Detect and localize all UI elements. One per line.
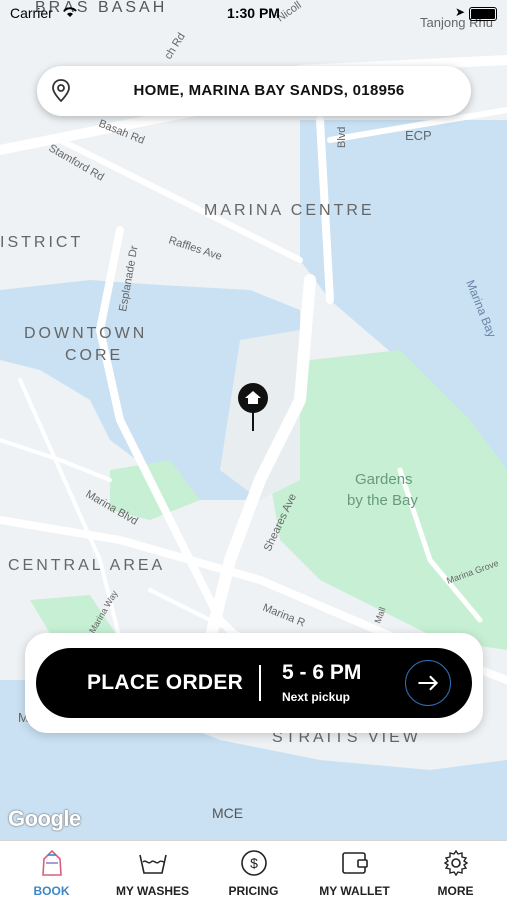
address-bar[interactable]: HOME, MARINA BAY SANDS, 018956 [37, 66, 471, 116]
map-label-gardens: Gardens [355, 471, 413, 488]
pickup-slot: 5 - 6 PM [282, 661, 362, 684]
map-label-marina-centre: MARINA CENTRE [204, 202, 375, 219]
map-label-central-area: CENTRAL AREA [8, 557, 165, 574]
tab-more[interactable]: MORE [405, 841, 506, 901]
tab-my-wallet[interactable]: MY WALLET [304, 841, 405, 901]
status-time: 1:30 PM [227, 5, 280, 21]
place-order-label: PLACE ORDER [87, 671, 244, 694]
map-label-district: ISTRICT [0, 234, 83, 251]
map-label-blvd: Blvd [336, 127, 348, 148]
map-label-mce: MCE [212, 805, 243, 821]
divider [259, 665, 261, 701]
map-label-by-the-bay: by the Bay [347, 492, 418, 509]
tab-label: PRICING [228, 884, 279, 898]
pickup-subtitle: Next pickup [282, 690, 351, 704]
tab-bar: BOOK MY WASHES $ PRICING MY WALLET MORE [0, 840, 507, 901]
map-label-core: CORE [65, 347, 123, 364]
book-icon [42, 849, 62, 876]
order-card: PLACE ORDER 5 - 6 PM Next pickup [25, 633, 483, 733]
map-label-ecp: ECP [405, 128, 432, 143]
tab-label: MY WALLET [319, 884, 390, 898]
tab-label: MORE [437, 884, 474, 898]
home-marker-icon[interactable] [237, 382, 269, 432]
map-label-downtown: DOWNTOWN [24, 325, 147, 342]
place-order-button[interactable]: PLACE ORDER 5 - 6 PM Next pickup [36, 648, 472, 718]
wash-icon [139, 854, 167, 874]
svg-text:$: $ [250, 855, 258, 871]
tab-book[interactable]: BOOK [1, 841, 102, 901]
pricing-icon: $ [241, 850, 267, 876]
gear-icon [443, 849, 469, 877]
tab-pricing[interactable]: $ PRICING [203, 841, 304, 901]
tab-label: MY WASHES [115, 884, 190, 898]
location-pin-icon [52, 79, 70, 103]
address-label: HOME, MARINA BAY SANDS, 018956 [133, 82, 405, 99]
battery-icon [469, 7, 497, 21]
wallet-icon [342, 852, 368, 874]
status-bar: Carrier 1:30 PM ➤ [0, 0, 507, 28]
tab-my-washes[interactable]: MY WASHES [102, 841, 203, 901]
google-logo[interactable]: Google [8, 806, 81, 832]
arrow-right-icon[interactable] [405, 660, 451, 706]
location-arrow-icon: ➤ [454, 5, 465, 19]
tab-label: BOOK [33, 884, 70, 898]
